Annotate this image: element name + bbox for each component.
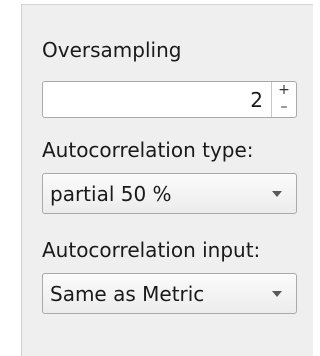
- autocorrelation-input-value: Same as Metric: [50, 282, 205, 306]
- autocorrelation-type-value: partial 50 %: [50, 182, 172, 206]
- oversampling-spinbox[interactable]: 2 + –: [42, 81, 297, 118]
- oversampling-label: Oversampling: [42, 38, 182, 62]
- chevron-down-icon: [272, 291, 282, 297]
- settings-panel: Oversampling 2 + – Autocorrelation type:…: [21, 4, 313, 356]
- chevron-down-icon: [272, 191, 282, 197]
- increment-button[interactable]: +: [272, 82, 296, 99]
- autocorrelation-input-dropdown[interactable]: Same as Metric: [42, 273, 297, 314]
- autocorrelation-type-label: Autocorrelation type:: [42, 138, 254, 162]
- decrement-button[interactable]: –: [272, 99, 296, 116]
- autocorrelation-type-dropdown[interactable]: partial 50 %: [42, 173, 297, 214]
- autocorrelation-input-label: Autocorrelation input:: [42, 238, 261, 262]
- oversampling-value[interactable]: 2: [250, 88, 263, 112]
- spin-buttons: + –: [271, 82, 296, 117]
